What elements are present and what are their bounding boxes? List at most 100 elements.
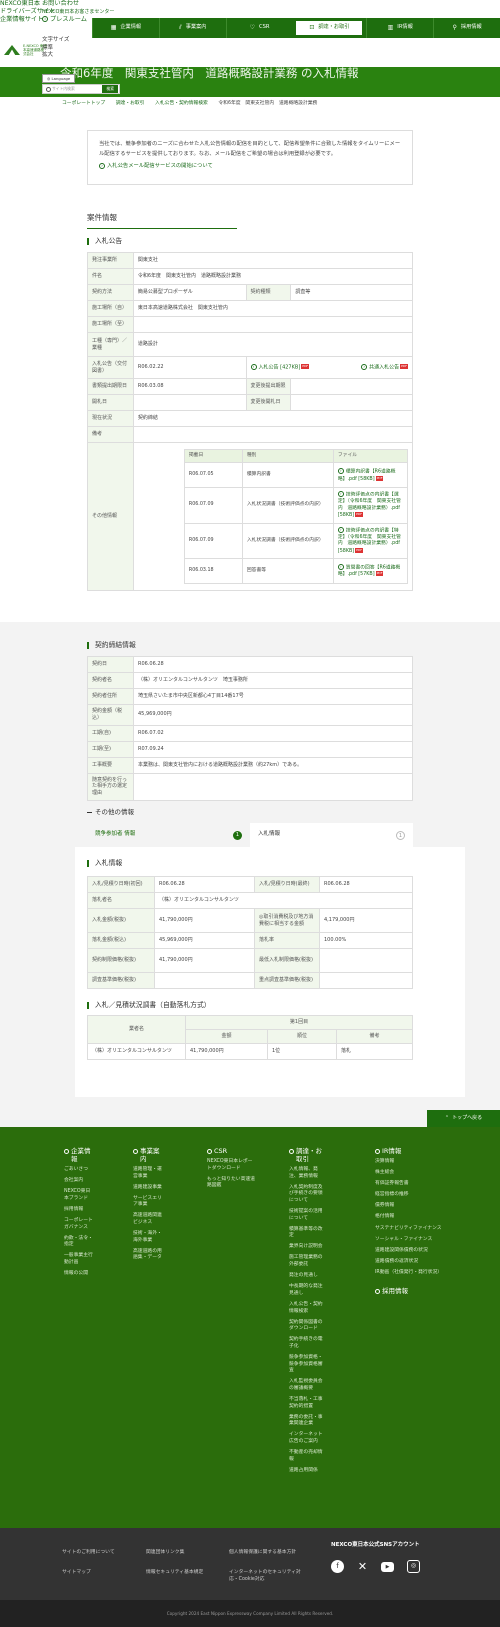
file-link[interactable]: › 技術評価点の内訳書【選定】（令和6年度 関東支社管内 道路概略設計業務）.pd… [332,487,409,524]
footer-link[interactable]: ごあいさつ [64,1167,94,1174]
footer-link[interactable]: 入札公告・契約情報検索 [289,1302,327,1315]
footer-heading[interactable]: 企業情報 [64,1147,94,1163]
tab-participants[interactable]: 競争参加者 情報 1 [87,823,250,847]
footer-link[interactable]: NEXCO東日本ブランド [64,1189,94,1202]
gnav-item-ir[interactable]: ▥ IR情報 [366,18,433,38]
utility-link[interactable]: NEXCO東日本お客さまセンター [42,8,114,16]
footer-link[interactable]: 施工管理業務の外部委託 [289,1255,327,1268]
footer-link[interactable]: 中長期的な発注見通し [289,1284,327,1297]
file-link[interactable]: › 質問書の回答【R6道路概略】.pdf [57KB] PDF [332,558,409,585]
footer-link[interactable]: 競争参加資格・競争参加資格審査 [289,1355,327,1375]
common-notice-link[interactable]: › 共通入札公告 PDF [361,363,408,371]
footer-link[interactable]: 道路建設関係債務の状況 [375,1248,455,1255]
footer-link[interactable]: 業務の委託・事業関連企業 [289,1415,327,1428]
footer-link[interactable]: NEXCO東日本レポートダウンロード [207,1159,257,1172]
gnav-item-recruit[interactable]: ⚲ 採用情報 [433,18,500,38]
back-to-top-button[interactable]: ⌃ トップへ戻る [427,1110,500,1127]
footer-heading[interactable]: 事業案内 [133,1147,165,1163]
footer-link[interactable]: 技術提案の活用について [289,1209,327,1222]
footer-link[interactable]: 技術・海外・海外事業 [133,1231,165,1244]
footer-bottom-link[interactable]: 個人情報保護に関する基本方針 [229,1549,296,1556]
footer-link[interactable]: 積算基準等の改定 [289,1227,327,1240]
breadcrumb-item[interactable]: 入札公告・契約情報検索 [155,101,208,106]
footer-link[interactable]: 約款・法令・指定 [64,1236,94,1249]
footer-bottom-link[interactable]: 情報セキュリティ基本規定 [146,1569,203,1576]
site-logo[interactable]: E-NEXCO 東日本高速道路株式会社 [4,44,47,56]
arrow-circle-icon: › [361,363,368,370]
footer-link[interactable]: 情報の公開 [64,1271,94,1278]
footer-link[interactable]: 一般事業主行動計画 [64,1253,94,1266]
gnav-item-corporate[interactable]: ▦ 企業情報 [92,18,159,38]
footer-link[interactable]: 発注の見通し [289,1273,327,1280]
footer-link[interactable]: IR動画（社債発行・発行状況） [375,1270,455,1277]
footer-heading[interactable]: 調達・お取引 [289,1147,327,1163]
footer-link[interactable]: 債券情報 [375,1203,455,1210]
footer-link[interactable]: コーポレートガバナンス [64,1218,94,1231]
footer-link[interactable]: インターネット広告のご案内 [289,1432,327,1445]
notice-file-link[interactable]: › 入札公告 [427KB] PDF [250,363,310,371]
footer-link[interactable]: 会社案内 [64,1178,94,1185]
footer-link[interactable]: もっと知りたい高速道路図鑑 [207,1177,257,1190]
footer-link[interactable]: 不当落札・工事契約的措置 [289,1397,327,1410]
x-icon[interactable]: ✕ [356,1560,369,1573]
footer-bottom-link[interactable]: インターネットのセキュリティ対応・Cookie対応 [229,1569,309,1583]
footer-link[interactable]: 入札契約制度及び手続きの要領について [289,1185,327,1205]
label: その他情報 [87,441,134,592]
tab-bid-info[interactable]: 入札情報 1 [250,823,413,847]
table-row: （株）オリエンタルコンサルタンツ 41,790,000円 1位 落札 [87,1043,413,1060]
pdf-icon: PDF [375,475,384,481]
footer-heading[interactable]: IR情報 [375,1147,455,1155]
footer-link[interactable]: サービスエリア事業 [133,1196,165,1209]
breadcrumb-item[interactable]: 調達・お取引 [116,101,145,106]
footer-link[interactable]: サステナビリティファイナンス [375,1226,455,1233]
gnav-item-procurement[interactable]: ⊡ 調達・お取引 [295,20,364,36]
footer-link[interactable]: 業界向け説明会 [289,1244,327,1251]
footer-heading[interactable]: CSR [207,1147,257,1155]
breadcrumb: コーポレートトップ 調達・お取引 入札公告・契約情報検索 令和6年度 関東支社管… [62,101,326,107]
footer-bottom-link[interactable]: サイトマップ [62,1569,91,1576]
utility-link[interactable]: お問い合わせ [42,0,79,8]
gnav-item-business[interactable]: ⫽ 事業案内 [158,18,226,38]
utility-link[interactable]: 企業情報サイト [0,16,43,24]
search-input[interactable]: サイト内検索 [43,86,102,93]
footer-link[interactable]: 株主総会 [375,1170,455,1177]
footer-link[interactable]: 経営指標の推移 [375,1192,455,1199]
utility-link[interactable]: i プレスルーム [42,16,87,24]
gnav-item-csr[interactable]: ♡ CSR [225,18,293,38]
facebook-icon[interactable]: f [331,1560,344,1573]
utility-link[interactable]: NEXCO東日本 [0,0,40,8]
cell-date: R06.07.09 [183,522,243,560]
footer-link[interactable]: 契約手続きの電子化 [289,1337,327,1350]
breadcrumb-item[interactable]: コーポレートトップ [62,101,105,106]
footer-link[interactable]: 高速道路の用語集・データ [133,1249,165,1262]
footer-link[interactable]: 道路建設事業 [133,1185,165,1192]
mail-service-link[interactable]: › 入札公告メール配信サービスの開始について [99,162,401,172]
search-button[interactable]: 検索 [102,85,118,93]
file-link[interactable]: › 積算内訳書【R6道路概略】.pdf [58KB] PDF [332,462,409,489]
youtube-icon[interactable]: ▶ [381,1562,394,1572]
footer-link[interactable]: ソーシャル・ファイナンス [375,1237,455,1244]
footer-link[interactable]: 格付情報 [375,1214,455,1221]
language-selector[interactable]: ◎ Language [42,74,76,84]
footer-link[interactable]: 決算情報 [375,1159,455,1166]
footer-bottom-link[interactable]: サイトのご利用について [62,1549,115,1556]
footer-link[interactable]: 契約関係図書のダウンロード [289,1320,327,1333]
footer-link[interactable]: 入札情報、発注、業務情報 [289,1167,327,1180]
footer-link[interactable]: 道路占用関係 [289,1468,327,1475]
footer-link[interactable]: 不動産の売却情報 [289,1450,327,1463]
instagram-icon[interactable]: ◎ [407,1560,420,1573]
value: 4,179,000円 [319,908,413,933]
footer-link[interactable]: 高速道路関連ビジネス [133,1213,165,1226]
footer-bottom-link[interactable]: 関連団体リンク集 [146,1549,184,1556]
footer-link[interactable]: 入札監視委員会の審議概要 [289,1379,327,1392]
footer-link[interactable]: 道路債務の返済状況 [375,1259,455,1266]
footer-heading[interactable]: 採用情報 [375,1287,455,1295]
footer-link[interactable]: 道路管理・運営事業 [133,1167,165,1180]
column-header: 種別 [241,448,334,464]
subtitle-contract: 契約締結情報 [87,642,136,649]
footer-link[interactable]: 採用情報 [64,1207,94,1214]
cell: 1位 [267,1043,337,1060]
footer-link[interactable]: 有価証券報告書 [375,1181,455,1188]
other-info-table: 掲載日 種別 ファイル R06.07.05 積算内訳書 › 積算内訳書【R6道路概略】.p… [183,448,409,585]
file-link[interactable]: › 技術評価点の内訳書【特定】（令和6年度 関東支社管内 道路概略設計業務）.pd… [332,522,409,560]
